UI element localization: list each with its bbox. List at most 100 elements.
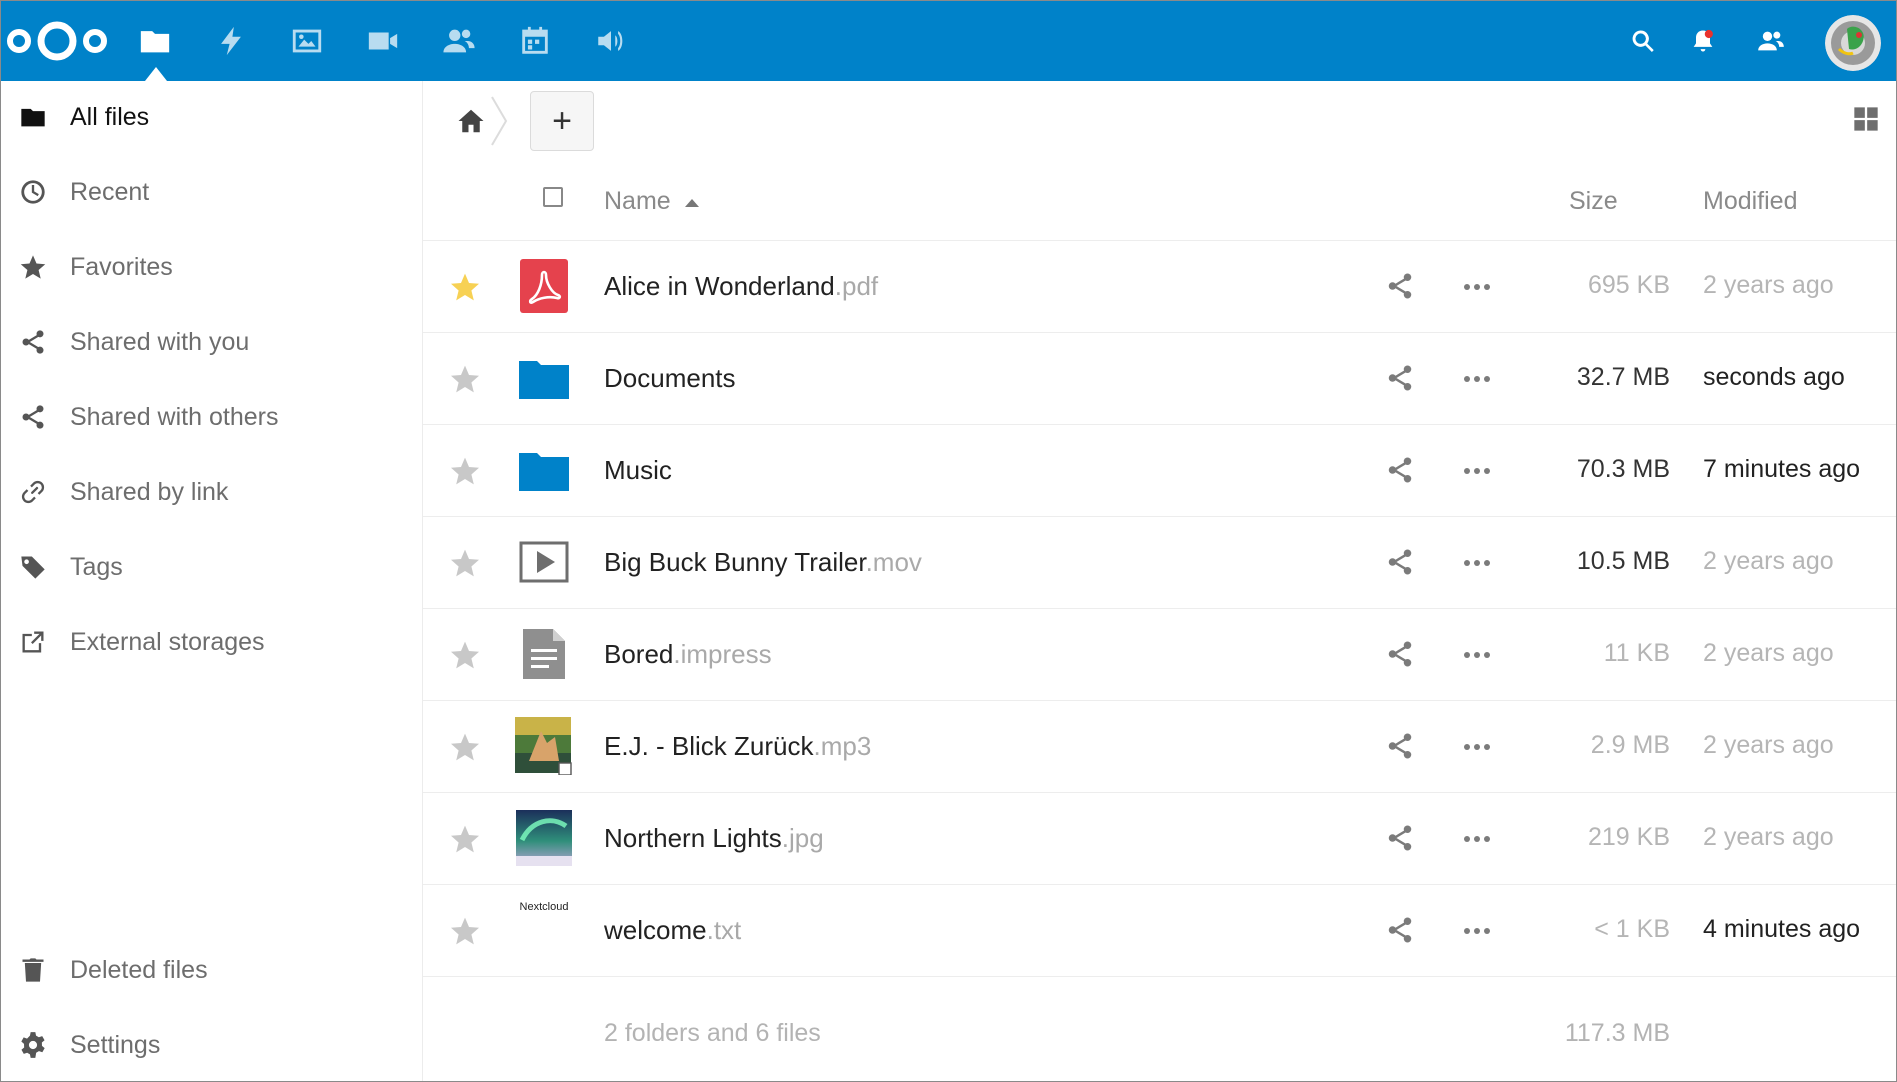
more-actions-icon[interactable]: [1459, 915, 1495, 947]
sidebar-item-label: Shared by link: [70, 477, 229, 506]
file-modified: seconds ago: [1703, 363, 1845, 391]
file-name[interactable]: Big Buck Bunny Trailer.mov: [604, 547, 922, 578]
column-header-size[interactable]: Size: [1569, 187, 1618, 216]
sidebar-item-shared-with-others[interactable]: Shared with others: [1, 387, 422, 447]
file-extension: .impress: [673, 639, 772, 669]
sidebar-item-settings[interactable]: Settings: [1, 1015, 422, 1075]
more-actions-icon[interactable]: [1459, 731, 1495, 763]
calendar-icon[interactable]: [511, 17, 559, 65]
total-size-summary: 117.3 MB: [1564, 1019, 1670, 1047]
file-modified: 2 years ago: [1703, 547, 1834, 575]
column-header-name[interactable]: Name: [604, 187, 671, 216]
favorite-star-icon[interactable]: [449, 915, 481, 947]
more-actions-icon[interactable]: [1459, 455, 1495, 487]
text-file-thumbnail: Nextcloud: [515, 901, 573, 959]
more-actions-icon[interactable]: [1459, 639, 1495, 671]
file-modified: 2 years ago: [1703, 271, 1834, 299]
thumbnail-text: Nextcloud: [519, 901, 569, 913]
clock-icon: [18, 177, 48, 207]
breadcrumb-home-icon[interactable]: [451, 101, 491, 141]
share-icon[interactable]: [1385, 547, 1417, 579]
file-name[interactable]: Bored.impress: [604, 639, 772, 670]
favorite-star-icon[interactable]: [449, 823, 481, 855]
star-icon: [18, 252, 48, 282]
file-name[interactable]: welcome.txt: [604, 915, 741, 946]
share-icon[interactable]: [1385, 363, 1417, 395]
sidebar-item-recent[interactable]: Recent: [1, 162, 422, 222]
more-actions-icon[interactable]: [1459, 363, 1495, 395]
share-icon[interactable]: [1385, 823, 1417, 855]
file-row[interactable]: Alice in Wonderland.pdf 695 KB 2 years a…: [423, 241, 1896, 333]
share-icon: [18, 402, 48, 432]
share-icon[interactable]: [1385, 455, 1417, 487]
sidebar-item-label: Tags: [70, 552, 123, 581]
share-icon[interactable]: [1385, 731, 1417, 763]
more-actions-icon[interactable]: [1459, 547, 1495, 579]
sidebar-item-label: Shared with others: [70, 402, 279, 431]
notifications-icon[interactable]: [1683, 21, 1723, 61]
contacts-menu-icon[interactable]: [1751, 21, 1791, 61]
select-all-checkbox[interactable]: [543, 187, 563, 207]
sidebar-item-deleted-files[interactable]: Deleted files: [1, 940, 422, 1000]
contacts-icon[interactable]: [435, 17, 483, 65]
sidebar-item-all-files[interactable]: All files: [1, 87, 422, 147]
file-row[interactable]: Documents 32.7 MB seconds ago: [423, 333, 1896, 425]
more-actions-icon[interactable]: [1459, 271, 1495, 303]
file-extension: .txt: [706, 915, 742, 945]
gear-icon: [18, 1030, 48, 1060]
favorite-star-icon[interactable]: [449, 731, 481, 763]
pdf-file-icon: [515, 257, 573, 315]
share-icon[interactable]: [1385, 639, 1417, 671]
files-app-icon[interactable]: [131, 17, 179, 65]
more-actions-icon[interactable]: [1459, 823, 1495, 855]
album-cover-thumbnail: [515, 717, 573, 775]
file-name[interactable]: Documents: [604, 363, 736, 394]
file-row[interactable]: Northern Lights.jpg 219 KB 2 years ago: [423, 793, 1896, 885]
column-header-modified[interactable]: Modified: [1703, 187, 1798, 216]
favorite-star-icon[interactable]: [449, 639, 481, 671]
file-row[interactable]: Bored.impress 11 KB 2 years ago: [423, 609, 1896, 701]
sidebar-item-shared-with-you[interactable]: Shared with you: [1, 312, 422, 372]
activity-icon[interactable]: [207, 17, 255, 65]
video-icon[interactable]: [359, 17, 407, 65]
external-icon: [18, 627, 48, 657]
file-name[interactable]: Music: [604, 455, 672, 486]
file-row[interactable]: E.J. - Blick Zurück.mp3 2.9 MB 2 years a…: [423, 701, 1896, 793]
file-name[interactable]: Alice in Wonderland.pdf: [604, 271, 878, 302]
folder-icon: [18, 102, 48, 132]
favorite-star-icon[interactable]: [449, 547, 481, 579]
file-size: < 1 KB: [1594, 915, 1670, 943]
favorite-star-icon[interactable]: [449, 363, 481, 395]
favorite-star-icon[interactable]: [449, 271, 481, 303]
file-row[interactable]: Nextcloud welcome.txt < 1 KB 4 minutes a…: [423, 885, 1896, 977]
sidebar-item-tags[interactable]: Tags: [1, 537, 422, 597]
sidebar-item-label: All files: [70, 102, 150, 131]
gallery-icon[interactable]: [283, 17, 331, 65]
new-file-button[interactable]: +: [530, 91, 594, 151]
file-basename: E.J. - Blick Zurück: [604, 731, 814, 761]
share-icon[interactable]: [1385, 915, 1417, 947]
file-row[interactable]: Music 70.3 MB 7 minutes ago: [423, 425, 1896, 517]
sidebar-item-label: External storages: [70, 627, 265, 656]
file-name[interactable]: E.J. - Blick Zurück.mp3: [604, 731, 871, 762]
search-icon[interactable]: [1623, 21, 1663, 61]
user-avatar[interactable]: [1825, 15, 1881, 71]
nextcloud-logo[interactable]: [3, 17, 111, 65]
sidebar-item-shared-by-link[interactable]: Shared by link: [1, 462, 422, 522]
file-name[interactable]: Northern Lights.jpg: [604, 823, 824, 854]
sidebar-item-label: Recent: [70, 177, 150, 206]
folder-icon: [515, 349, 573, 407]
sidebar-item-external-storages[interactable]: External storages: [1, 612, 422, 672]
file-modified: 7 minutes ago: [1703, 455, 1861, 483]
grid-view-icon[interactable]: [1848, 101, 1884, 137]
audio-icon[interactable]: [587, 17, 635, 65]
sidebar-item-label: Deleted files: [70, 955, 208, 984]
sidebar-item-favorites[interactable]: Favorites: [1, 237, 422, 297]
file-modified: 2 years ago: [1703, 823, 1834, 851]
file-modified: 2 years ago: [1703, 731, 1834, 759]
favorite-star-icon[interactable]: [449, 455, 481, 487]
top-header: [1, 1, 1896, 81]
share-icon[interactable]: [1385, 271, 1417, 303]
breadcrumb-separator: [491, 96, 508, 146]
file-row[interactable]: Big Buck Bunny Trailer.mov 10.5 MB 2 yea…: [423, 517, 1896, 609]
